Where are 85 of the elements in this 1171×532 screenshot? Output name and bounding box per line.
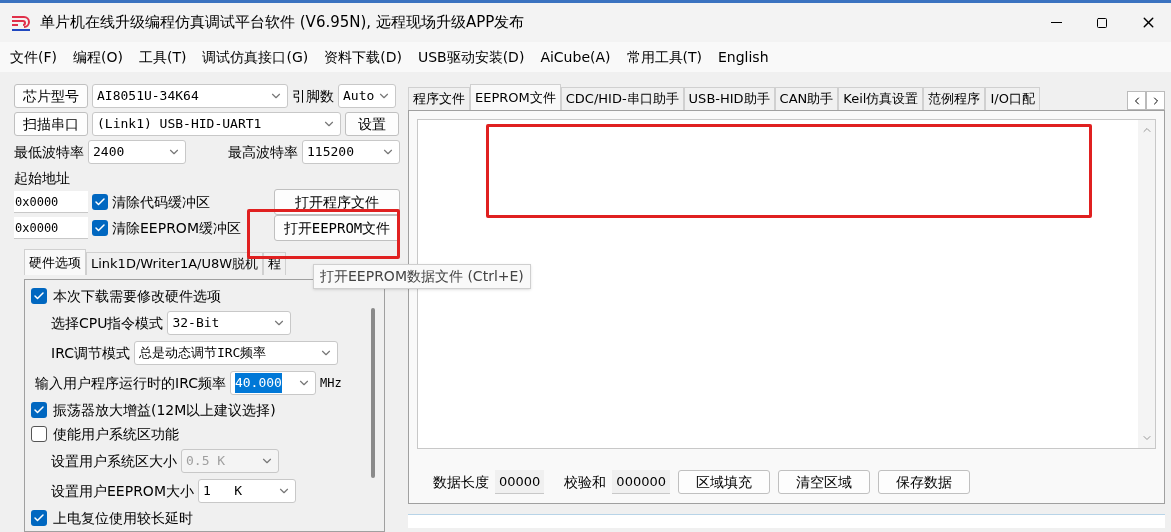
checkbox-label: 清除代码缓冲区: [112, 192, 210, 212]
field-label: 最高波特率: [228, 142, 298, 162]
dropdown[interactable]: 总是动态调节IRC频率: [133, 341, 338, 365]
address-input[interactable]: 0x0000: [14, 217, 88, 239]
tab[interactable]: CAN助手: [774, 87, 839, 110]
checkbox[interactable]: [31, 288, 47, 304]
checkbox[interactable]: [92, 220, 108, 236]
field-label: 引脚数: [292, 86, 334, 106]
checkmark-icon: [33, 512, 45, 524]
dropdown[interactable]: (Link1) USB-HID-UART1: [92, 112, 341, 136]
checkbox[interactable]: [31, 402, 47, 418]
scroll-right-button[interactable]: [1146, 91, 1165, 110]
checkmark-icon: [33, 290, 45, 302]
tab[interactable]: 范例程序: [923, 87, 986, 110]
unit-label: MHz: [319, 375, 342, 392]
tab[interactable]: Keil仿真设置: [838, 87, 924, 110]
maximize-icon: [1096, 16, 1108, 29]
menu-item[interactable]: English: [718, 46, 769, 68]
menu-item[interactable]: AiCube(A): [540, 46, 611, 68]
dropdown-value: (Link1) USB-HID-UART1: [97, 115, 262, 134]
minimize-icon: [1050, 22, 1062, 23]
tooltip: 打开EEPROM数据文件 (Ctrl+E): [313, 264, 531, 289]
dropdown-value: 2400: [93, 143, 125, 162]
field-label: 校验和: [564, 472, 607, 492]
tab[interactable]: CDC/HID-串口助手: [560, 87, 684, 110]
button[interactable]: 芯片型号: [14, 84, 88, 108]
address-input[interactable]: 0x0000: [14, 191, 88, 213]
dropdown-value: 40.000: [234, 373, 282, 393]
tab[interactable]: EEPROM文件: [470, 84, 561, 110]
scrollbar[interactable]: [1138, 120, 1155, 448]
field-label: 输入用户程序运行时的IRC频率: [35, 373, 226, 393]
checkbox-label: 使能用户系统区功能: [53, 424, 179, 444]
checkmark-icon: [94, 222, 106, 234]
checksum-field: 000000: [612, 470, 670, 494]
dropdown[interactable]: 32-Bit: [167, 311, 292, 335]
checkmark-icon: [33, 404, 45, 416]
window-title: 单片机在线升级编程仿真调试平台软件 (V6.95N), 远程现场升级APP发布: [40, 12, 525, 34]
dropdown-value: Auto: [343, 87, 375, 106]
field-label: 数据长度: [433, 472, 489, 492]
button[interactable]: 设置: [345, 112, 399, 136]
dropdown-value: 0.5 K: [186, 452, 226, 471]
checkmark-icon: [94, 196, 106, 208]
button[interactable]: 打开EEPROM文件: [274, 215, 400, 241]
checkbox[interactable]: [31, 510, 47, 526]
checkbox-label: 本次下载需要修改硬件选项: [53, 286, 221, 306]
dropdown-value: AI8051U-34K64: [97, 87, 199, 106]
data-length-field: 00000: [495, 470, 545, 494]
dropdown-value: 1 K: [202, 482, 243, 501]
checkbox[interactable]: [31, 426, 47, 442]
tab[interactable]: I/O口配: [985, 87, 1040, 110]
field-label: 设置用户EEPROM大小: [51, 481, 194, 501]
button[interactable]: 区域填充: [678, 470, 770, 494]
menu-item[interactable]: 编程(O): [73, 46, 123, 68]
field-label: 最低波特率: [14, 142, 84, 162]
field-label: 选择CPU指令模式: [51, 313, 164, 333]
checkbox-label: 上电复位使用较长延时: [53, 508, 193, 528]
menu-item[interactable]: 常用工具(T): [626, 46, 702, 68]
menu-item[interactable]: USB驱动安装(D): [417, 46, 525, 68]
dropdown-value: 总是动态调节IRC频率: [138, 344, 267, 363]
field-label: 设置用户系统区大小: [51, 451, 177, 471]
field-label: 起始地址: [14, 169, 70, 188]
dropdown[interactable]: 1 K: [197, 479, 296, 503]
button[interactable]: 扫描串口: [14, 112, 88, 136]
checkbox[interactable]: [92, 194, 108, 210]
tab[interactable]: 程序文件: [408, 87, 470, 110]
scrollbar[interactable]: [371, 308, 375, 478]
field-label: IRC调节模式: [51, 343, 130, 363]
dropdown[interactable]: Auto: [338, 84, 396, 108]
menu-item[interactable]: 调试仿真接口(G): [202, 46, 309, 68]
checkbox-label: 振荡器放大增益(12M以上建议选择): [53, 400, 276, 420]
menu-item[interactable]: 文件(F): [10, 46, 57, 68]
tab[interactable]: 硬件选项: [24, 249, 86, 275]
dropdown-value: 32-Bit: [172, 314, 220, 333]
dropdown[interactable]: AI8051U-34K64: [92, 84, 288, 108]
menu-item[interactable]: 工具(T): [138, 46, 187, 68]
dropdown[interactable]: 115200: [302, 140, 400, 164]
menu-item[interactable]: 资料下载(D): [324, 46, 402, 68]
button[interactable]: 清空区域: [778, 470, 870, 494]
dropdown[interactable]: 2400: [88, 140, 186, 164]
button[interactable]: 保存数据: [878, 470, 970, 494]
dropdown[interactable]: 40.000: [229, 371, 316, 395]
scroll-left-button[interactable]: [1127, 91, 1146, 110]
tab[interactable]: USB-HID助手: [683, 87, 775, 110]
dropdown-value: 115200: [307, 143, 354, 162]
checkbox-label: 清除EEPROM缓冲区: [112, 218, 241, 238]
